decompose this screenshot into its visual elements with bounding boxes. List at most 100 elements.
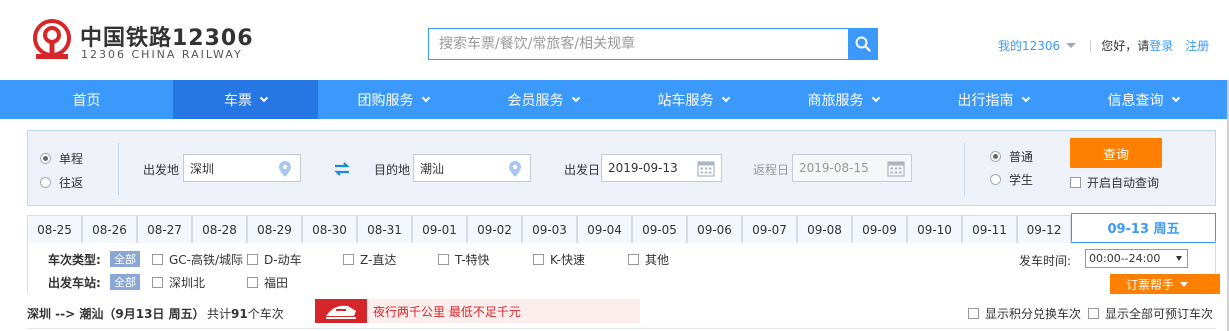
passenger-adult-radio[interactable]: 普通 bbox=[990, 148, 1033, 165]
train-type-option[interactable]: 其他 bbox=[628, 251, 669, 268]
show-points-trains-checkbox[interactable]: 显示积分兑换车次 bbox=[968, 305, 1081, 322]
query-button[interactable]: 查询 bbox=[1070, 138, 1162, 168]
train-type-all-button[interactable]: 全部 bbox=[110, 251, 140, 267]
railway-logo-icon[interactable] bbox=[30, 18, 74, 62]
promo-banner[interactable]: 夜行两千公里 最低不足千元 bbox=[315, 299, 640, 323]
date-tab[interactable]: 08-28 bbox=[192, 215, 247, 243]
date-tab[interactable]: 08-26 bbox=[82, 215, 137, 243]
chevron-down-icon bbox=[871, 93, 880, 102]
date-tab[interactable]: 09-10 bbox=[907, 215, 962, 243]
date-tab[interactable]: 09-07 bbox=[742, 215, 797, 243]
count-number: 91 bbox=[231, 307, 248, 321]
trip-roundtrip-radio[interactable]: 往返 bbox=[40, 174, 83, 191]
search-button[interactable] bbox=[848, 28, 878, 60]
date-tab[interactable]: 08-25 bbox=[27, 215, 82, 243]
passenger-student-radio[interactable]: 学生 bbox=[990, 171, 1033, 188]
train-type-option[interactable]: Z-直达 bbox=[343, 251, 396, 268]
train-type-option[interactable]: D-动车 bbox=[247, 251, 302, 268]
nav-item-station[interactable]: 站车服务 bbox=[618, 80, 768, 119]
to-station-value: 潮汕 bbox=[420, 161, 445, 176]
checkbox-icon bbox=[247, 277, 258, 288]
from-station-field[interactable]: 深圳 bbox=[183, 154, 301, 182]
train-type-option[interactable]: T-特快 bbox=[438, 251, 490, 268]
radio-icon bbox=[990, 151, 1001, 162]
date-tab[interactable]: 09-03 bbox=[522, 215, 577, 243]
trip-oneway-radio[interactable]: 单程 bbox=[40, 150, 83, 167]
chevron-down-icon bbox=[421, 93, 430, 102]
checkbox-icon bbox=[247, 254, 258, 265]
nav-item-member[interactable]: 会员服务 bbox=[468, 80, 618, 119]
train-type-option[interactable]: GC-高铁/城际 bbox=[152, 251, 243, 268]
chevron-down-icon bbox=[721, 93, 730, 102]
nav-item-business[interactable]: 商旅服务 bbox=[768, 80, 918, 119]
promo-text: 夜行两千公里 最低不足千元 bbox=[373, 304, 521, 319]
date-tab[interactable]: 08-30 bbox=[302, 215, 357, 243]
checkbox-icon bbox=[1088, 308, 1099, 319]
chevron-down-icon bbox=[1176, 256, 1182, 261]
site-search-input[interactable] bbox=[429, 29, 848, 59]
date-tab[interactable]: 09-09 bbox=[852, 215, 907, 243]
to-station-field[interactable]: 潮汕 bbox=[413, 154, 531, 182]
nav-label: 站车服务 bbox=[657, 92, 714, 109]
chevron-down-icon bbox=[1180, 281, 1189, 287]
date-tab[interactable]: 08-29 bbox=[247, 215, 302, 243]
nav-item-guide[interactable]: 出行指南 bbox=[918, 80, 1068, 119]
option-label: T-特快 bbox=[455, 253, 490, 267]
date-tab[interactable]: 09-08 bbox=[797, 215, 852, 243]
return-date-value: 2019-08-15 bbox=[799, 161, 869, 175]
option-label: 深圳北 bbox=[169, 276, 206, 290]
depart-date-field[interactable]: 2019-09-13 bbox=[601, 154, 722, 182]
nav-item-tickets[interactable]: 车票 bbox=[173, 80, 318, 119]
divider bbox=[118, 143, 119, 195]
location-pin-icon bbox=[509, 161, 521, 177]
date-tab[interactable]: 09-05 bbox=[632, 215, 687, 243]
booking-helper-button[interactable]: 订票帮手 bbox=[1110, 274, 1220, 294]
date-tab[interactable]: 09-01 bbox=[412, 215, 467, 243]
checkbox-icon bbox=[438, 254, 449, 265]
my-12306-link[interactable]: 我的12306 bbox=[998, 37, 1060, 54]
date-tab[interactable]: 09-11 bbox=[962, 215, 1017, 243]
station-option[interactable]: 福田 bbox=[247, 274, 288, 291]
nav-item-home[interactable]: 首页 bbox=[0, 80, 173, 119]
checkbox-icon bbox=[152, 277, 163, 288]
station-all-button[interactable]: 全部 bbox=[110, 274, 140, 290]
depart-time-select[interactable]: 00:00--24:00 bbox=[1085, 249, 1188, 268]
checkbox-icon bbox=[1070, 177, 1081, 188]
option-label: 显示全部可预订车次 bbox=[1105, 307, 1214, 321]
chevron-down-icon[interactable] bbox=[1066, 43, 1077, 48]
date-tab[interactable]: 09-04 bbox=[577, 215, 632, 243]
chevron-down-icon bbox=[1021, 93, 1030, 102]
brand-name-en: 12306 CHINA RAILWAY bbox=[81, 48, 243, 61]
nav-label: 会员服务 bbox=[507, 92, 564, 109]
checkbox-icon bbox=[968, 308, 979, 319]
depart-time-label: 发车时间: bbox=[1019, 254, 1072, 268]
option-label: 其他 bbox=[645, 253, 670, 267]
date-tab[interactable]: 08-27 bbox=[137, 215, 192, 243]
train-type-option[interactable]: K-快速 bbox=[533, 251, 585, 268]
checkbox-icon bbox=[343, 254, 354, 265]
auto-query-checkbox[interactable]: 开启自动查询 bbox=[1070, 174, 1159, 191]
result-bar: 深圳 --> 潮汕（9月13日 周五） 共计91个车次 夜行两千公里 最低不足千… bbox=[27, 296, 1216, 326]
nav-item-info[interactable]: 信息查询 bbox=[1068, 80, 1218, 119]
show-all-bookable-checkbox[interactable]: 显示全部可预订车次 bbox=[1088, 305, 1213, 322]
date-tab[interactable]: 09-02 bbox=[467, 215, 522, 243]
return-date-field[interactable]: 2019-08-15 bbox=[792, 154, 912, 182]
date-tabs: 08-25 08-26 08-27 08-28 08-29 08-30 08-3… bbox=[27, 213, 1216, 243]
count-prefix: 共计 bbox=[207, 307, 232, 321]
train-type-label: 车次类型: bbox=[48, 253, 101, 267]
train-count: 共计91个车次 bbox=[207, 305, 284, 322]
nav-label: 信息查询 bbox=[1107, 92, 1164, 109]
date-tab[interactable]: 09-06 bbox=[687, 215, 742, 243]
swap-stations-icon[interactable] bbox=[333, 161, 351, 177]
date-tab[interactable]: 09-12 bbox=[1017, 215, 1071, 243]
radio-label: 学生 bbox=[1009, 173, 1034, 187]
nav-item-group[interactable]: 团购服务 bbox=[318, 80, 468, 119]
option-label: GC-高铁/城际 bbox=[169, 253, 244, 267]
from-station-value: 深圳 bbox=[190, 161, 215, 176]
radio-icon bbox=[40, 177, 51, 188]
login-link[interactable]: 登录 bbox=[1149, 37, 1173, 54]
register-link[interactable]: 注册 bbox=[1185, 37, 1209, 54]
date-tab[interactable]: 08-31 bbox=[357, 215, 412, 243]
date-tab-current[interactable]: 09-13 周五 bbox=[1071, 213, 1216, 242]
station-option[interactable]: 深圳北 bbox=[152, 274, 205, 291]
